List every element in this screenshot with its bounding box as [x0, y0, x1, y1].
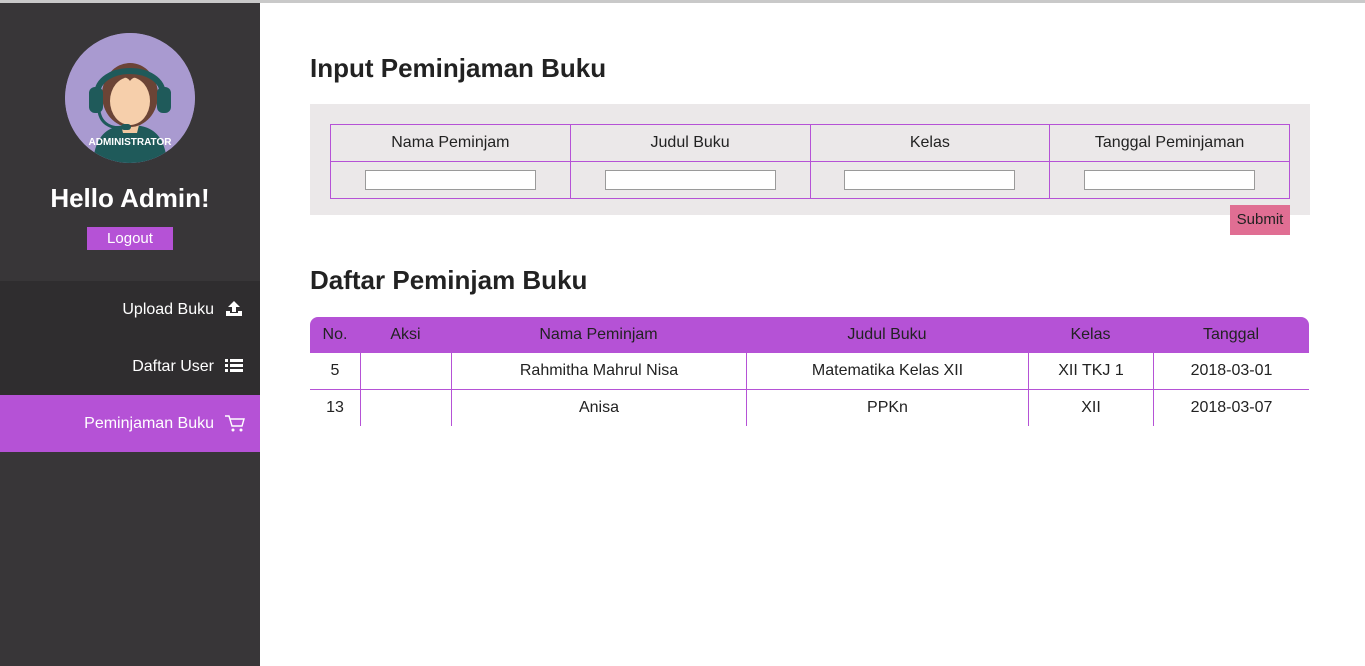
- input-cell: [1049, 161, 1290, 199]
- nama-peminjam-input[interactable]: [364, 170, 536, 190]
- cell-aksi: [360, 390, 451, 426]
- cell-tanggal: 2018-03-01: [1153, 353, 1309, 390]
- cell-no: 13: [326, 399, 344, 416]
- logout-button[interactable]: Logout: [87, 227, 173, 250]
- sidebar-item-label: Upload Buku: [122, 301, 214, 318]
- sidebar-item-label: Peminjaman Buku: [84, 415, 214, 432]
- submit-button[interactable]: Submit: [1230, 205, 1290, 235]
- column-header-judul: Judul Buku: [746, 317, 1028, 353]
- column-header-tanggal: Tanggal: [1153, 317, 1309, 353]
- sidebar: ADMINISTRATOR Hello Admin! Logout Upload…: [0, 3, 260, 666]
- sidebar-item-upload-buku[interactable]: Upload Buku: [0, 281, 260, 338]
- main-content: Input Peminjaman Buku Nama Peminjam Judu…: [260, 3, 1365, 666]
- cell-aksi: [360, 353, 451, 390]
- column-header: Nama Peminjam: [330, 124, 571, 162]
- tanggal-peminjaman-input[interactable]: [1084, 170, 1256, 190]
- cell-no: 5: [310, 353, 360, 390]
- column-header: Judul Buku: [569, 124, 811, 162]
- sidebar-item-peminjaman-buku[interactable]: Peminjaman Buku: [0, 395, 260, 452]
- cell-nama: Rahmitha Mahrul Nisa: [451, 353, 746, 390]
- cell-judul: PPKn: [746, 390, 1028, 426]
- column-header-nama: Nama Peminjam: [451, 317, 746, 353]
- cell-tanggal: 2018-03-07: [1153, 390, 1309, 426]
- table-row: 13 Anisa PPKn XII 2018-03-07: [310, 390, 1309, 426]
- column-header-kelas: Kelas: [1028, 317, 1153, 353]
- sidebar-item-label: Daftar User: [132, 358, 214, 375]
- form-panel: Nama Peminjam Judul Buku Kelas Tanggal P…: [310, 104, 1310, 215]
- cart-icon: [224, 413, 245, 433]
- form-title: Input Peminjaman Buku: [310, 53, 607, 83]
- column-header-aksi: Aksi: [360, 317, 451, 353]
- kelas-input[interactable]: [844, 170, 1016, 190]
- cell-kelas: XII: [1028, 390, 1153, 426]
- list-title: Daftar Peminjam Buku: [310, 265, 588, 295]
- input-cell: [330, 161, 571, 199]
- list-icon: [224, 356, 244, 376]
- cell-nama: Anisa: [451, 390, 746, 426]
- borrower-table: No. Aksi Nama Peminjam Judul Buku Kelas …: [310, 317, 1309, 426]
- column-header: Kelas: [809, 124, 1051, 162]
- judul-buku-input[interactable]: [604, 170, 776, 190]
- cell-judul: Matematika Kelas XII: [746, 353, 1028, 390]
- column-header-no: No.: [310, 317, 360, 353]
- column-header: Tanggal Peminjaman: [1049, 124, 1290, 162]
- greeting: Hello Admin!: [50, 183, 210, 213]
- input-cell: [569, 161, 811, 199]
- sidebar-item-daftar-user[interactable]: Daftar User: [0, 338, 260, 395]
- table-row: 5 Rahmitha Mahrul Nisa Matematika Kelas …: [310, 353, 1309, 390]
- input-cell: [809, 161, 1051, 199]
- input-form-table: Nama Peminjam Judul Buku Kelas Tanggal P…: [330, 124, 1290, 199]
- cell-kelas: XII TKJ 1: [1028, 353, 1153, 390]
- admin-avatar: ADMINISTRATOR: [65, 33, 195, 163]
- upload-icon: [224, 299, 244, 319]
- avatar-label: ADMINISTRATOR: [88, 137, 172, 148]
